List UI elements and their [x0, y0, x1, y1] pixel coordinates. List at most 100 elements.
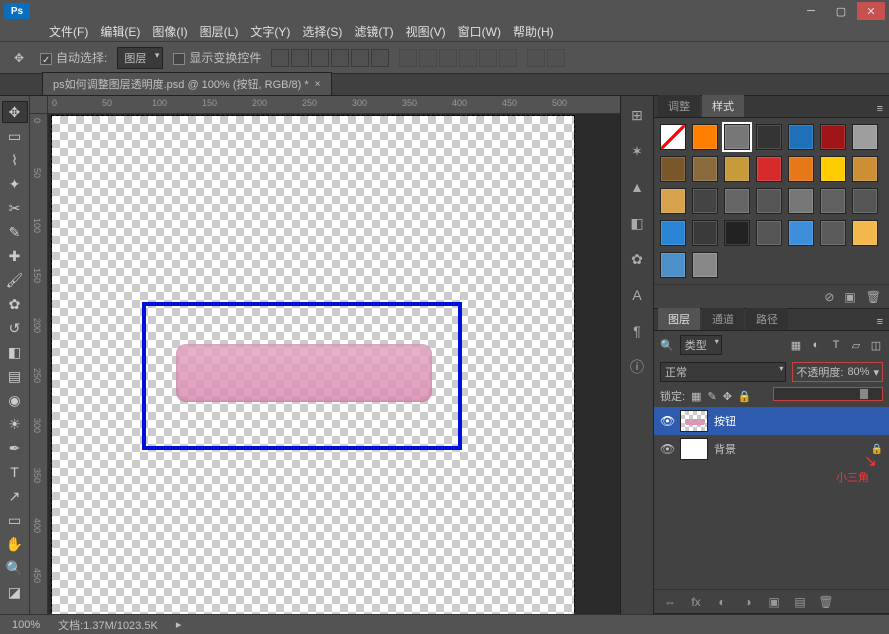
dock-histogram-icon[interactable]: ▲ — [626, 176, 648, 198]
style-swatch[interactable] — [820, 188, 846, 214]
style-swatch[interactable] — [660, 252, 686, 278]
menu-type[interactable]: 文字(Y) — [246, 21, 294, 42]
eyedropper-tool[interactable]: ✎ — [2, 221, 28, 243]
blend-mode-dropdown[interactable]: 正常 — [660, 362, 786, 382]
visibility-icon[interactable]: 👁 — [660, 442, 674, 456]
zoom-level[interactable]: 100% — [12, 619, 40, 631]
close-window-button[interactable]: ✕ — [857, 2, 885, 20]
dock-info-icon[interactable]: ⓘ — [626, 356, 648, 378]
crop-tool[interactable]: ✂ — [2, 197, 28, 219]
menu-image[interactable]: 图像(I) — [148, 21, 191, 42]
style-swatch[interactable] — [692, 188, 718, 214]
pen-tool[interactable]: ✒ — [2, 437, 28, 459]
align-left-button[interactable] — [331, 49, 349, 67]
history-brush-tool[interactable]: ↺ — [2, 317, 28, 339]
style-swatch[interactable] — [820, 220, 846, 246]
misc-1-button[interactable] — [527, 49, 545, 67]
lock-paint-icon[interactable]: ✎ — [707, 390, 716, 403]
layer-thumb[interactable] — [680, 438, 708, 460]
dock-nav-icon[interactable]: ⊞ — [626, 104, 648, 126]
align-hmid-button[interactable] — [351, 49, 369, 67]
color-swap[interactable]: ◪ — [2, 581, 28, 603]
auto-select-target-dropdown[interactable]: 图层 — [117, 47, 163, 69]
brush-tool[interactable]: 🖌 — [2, 269, 28, 291]
dist-4-button[interactable] — [459, 49, 477, 67]
style-swatch[interactable] — [724, 124, 750, 150]
move-tool[interactable]: ✥ — [2, 101, 28, 123]
align-top-button[interactable] — [271, 49, 289, 67]
style-swatch[interactable] — [788, 220, 814, 246]
align-right-button[interactable] — [371, 49, 389, 67]
gradient-tool[interactable]: ▤ — [2, 365, 28, 387]
lock-move-icon[interactable]: ✥ — [723, 390, 732, 403]
layer-item-background[interactable]: 👁 背景 🔒 — [654, 435, 889, 463]
zoom-tool[interactable]: 🔍 — [2, 557, 28, 579]
style-swatch[interactable] — [660, 188, 686, 214]
layers-panel-menu-icon[interactable]: ≡ — [871, 314, 889, 330]
dist-6-button[interactable] — [499, 49, 517, 67]
style-swatch[interactable] — [660, 156, 686, 182]
menu-edit[interactable]: 编辑(E) — [96, 21, 144, 42]
style-swatch[interactable] — [660, 220, 686, 246]
lasso-tool[interactable]: ⌇ — [2, 149, 28, 171]
dock-char-icon[interactable]: A — [626, 284, 648, 306]
type-tool[interactable]: T — [2, 461, 28, 483]
eraser-tool[interactable]: ◧ — [2, 341, 28, 363]
filter-pixel-icon[interactable]: ▦ — [789, 338, 803, 352]
style-swatch[interactable] — [692, 252, 718, 278]
ruler-vertical[interactable]: 0 50 100 150 200 250 300 350 400 450 — [30, 114, 48, 614]
layer-name[interactable]: 背景 — [714, 441, 736, 457]
hand-tool[interactable]: ✋ — [2, 533, 28, 555]
style-swatch[interactable] — [724, 220, 750, 246]
style-swatch[interactable] — [820, 156, 846, 182]
link-layers-icon[interactable]: ⇔ — [662, 595, 678, 609]
opacity-value[interactable]: 80% — [847, 366, 869, 378]
tab-layers[interactable]: 图层 — [658, 308, 700, 330]
menu-view[interactable]: 视图(V) — [402, 21, 450, 42]
menu-window[interactable]: 窗口(W) — [454, 21, 505, 42]
tab-paths[interactable]: 路径 — [746, 308, 788, 330]
style-swatch[interactable] — [756, 124, 782, 150]
style-swatch[interactable] — [692, 124, 718, 150]
style-swatch[interactable] — [692, 156, 718, 182]
maximize-button[interactable]: ▢ — [827, 2, 855, 20]
status-chevron-icon[interactable]: ▸ — [176, 618, 182, 631]
dock-para-icon[interactable]: ¶ — [626, 320, 648, 342]
dock-color-icon[interactable]: ◧ — [626, 212, 648, 234]
layer-item-button[interactable]: 👁 按钮 — [654, 407, 889, 435]
misc-2-button[interactable] — [547, 49, 565, 67]
filter-shape-icon[interactable]: ▱ — [849, 338, 863, 352]
dist-5-button[interactable] — [479, 49, 497, 67]
layer-mask-icon[interactable]: ◐ — [714, 595, 730, 609]
dock-compass-icon[interactable]: ✶ — [626, 140, 648, 162]
heal-tool[interactable]: ✚ — [2, 245, 28, 267]
style-swatch[interactable] — [788, 124, 814, 150]
new-layer-icon[interactable]: ▤ — [792, 595, 808, 609]
dist-2-button[interactable] — [419, 49, 437, 67]
doc-size-info[interactable]: 文档:1.37M/1023.5K — [58, 617, 158, 633]
style-swatch[interactable] — [852, 188, 878, 214]
tab-styles[interactable]: 样式 — [702, 95, 744, 117]
style-swatch[interactable] — [692, 220, 718, 246]
menu-select[interactable]: 选择(S) — [298, 21, 346, 42]
dock-brush-icon[interactable]: ✿ — [626, 248, 648, 270]
artboard[interactable] — [52, 116, 574, 614]
style-swatch[interactable] — [820, 124, 846, 150]
tab-channels[interactable]: 通道 — [702, 308, 744, 330]
filter-adjust-icon[interactable]: ◐ — [809, 338, 823, 352]
canvas[interactable] — [48, 114, 620, 614]
dodge-tool[interactable]: ☀ — [2, 413, 28, 435]
opacity-control[interactable]: 不透明度: 80% ▾ — [792, 362, 883, 382]
minimize-button[interactable]: ─ — [797, 2, 825, 20]
style-swatch[interactable] — [660, 124, 686, 150]
fill-adjust-icon[interactable]: ◑ — [740, 595, 756, 609]
lock-trans-icon[interactable]: ▦ — [691, 390, 701, 403]
menu-layer[interactable]: 图层(L) — [196, 21, 243, 42]
slider-knob[interactable] — [860, 389, 868, 399]
ruler-horizontal[interactable]: 0 50 100 150 200 250 300 350 400 450 500 — [48, 96, 620, 114]
shape-tool[interactable]: ▭ — [2, 509, 28, 531]
menu-filter[interactable]: 滤镜(T) — [350, 21, 397, 42]
align-bottom-button[interactable] — [311, 49, 329, 67]
style-swatch[interactable] — [852, 124, 878, 150]
opacity-slider[interactable] — [773, 387, 883, 401]
